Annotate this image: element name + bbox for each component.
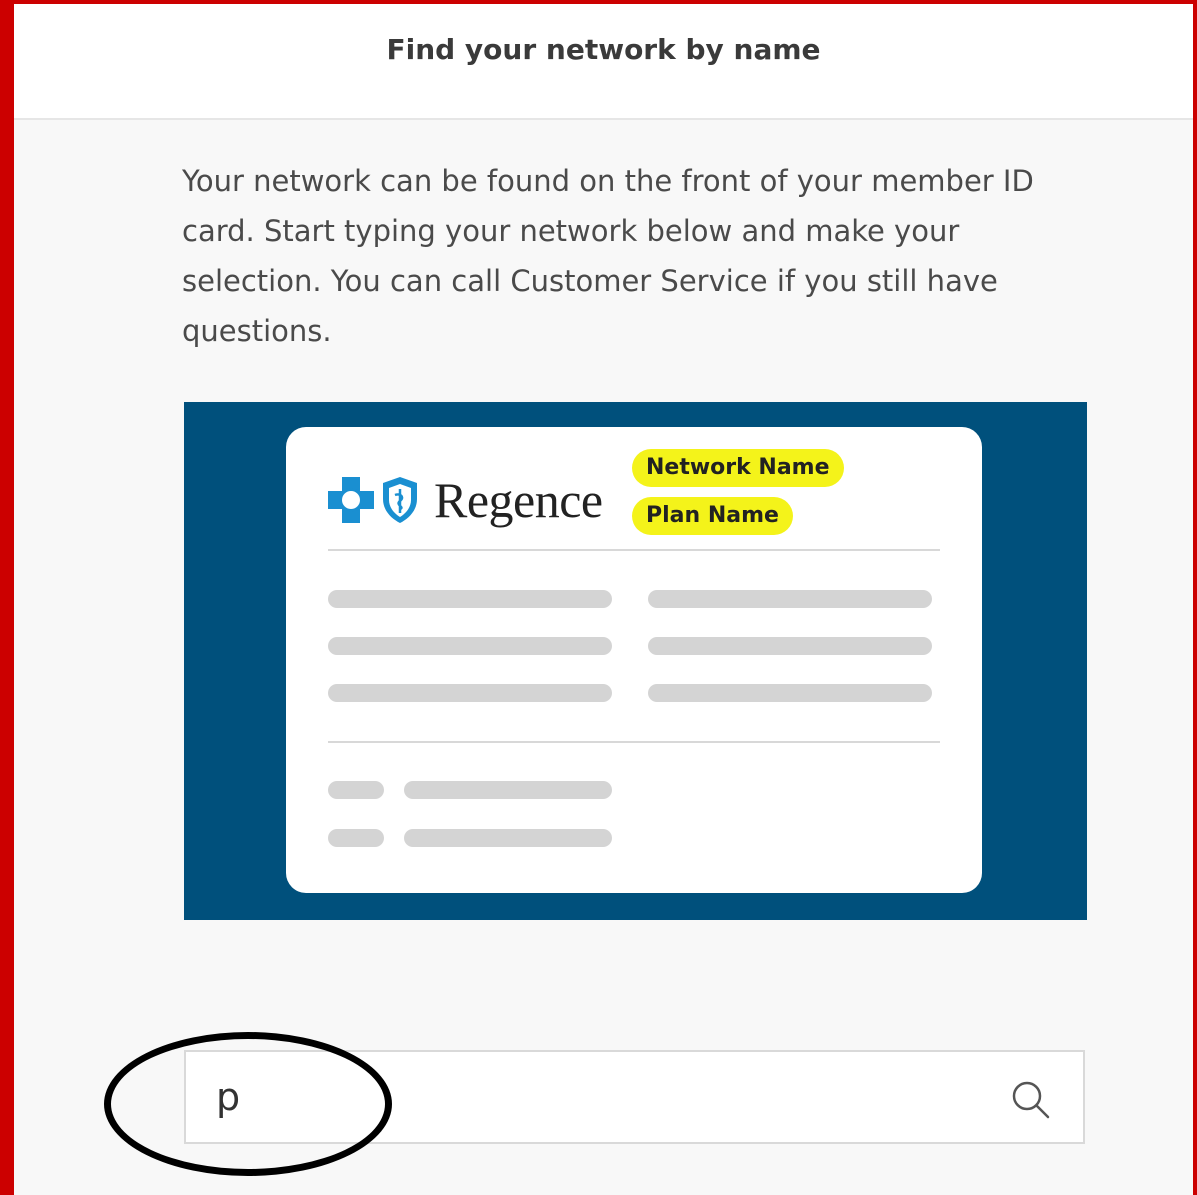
network-search-box[interactable] xyxy=(184,1050,1085,1144)
placeholder-line xyxy=(328,781,384,799)
placeholder-line xyxy=(648,590,932,608)
search-input[interactable] xyxy=(216,1066,976,1128)
blue-shield-icon xyxy=(383,477,417,523)
header-bar: Find your network by name xyxy=(14,4,1193,120)
instructions-text: Your network can be found on the front o… xyxy=(182,164,1034,348)
brand-name: Regence xyxy=(434,472,603,528)
network-name-label: Network Name xyxy=(632,449,844,487)
page-title: Find your network by name xyxy=(386,32,821,66)
placeholder-line xyxy=(648,637,932,655)
card-divider xyxy=(328,741,940,743)
blue-cross-icon xyxy=(328,477,374,523)
placeholder-line xyxy=(328,637,612,655)
placeholder-line xyxy=(328,684,612,702)
id-card: Regence Network Name Plan Name xyxy=(286,427,982,893)
network-search-panel: Find your network by name Your network c… xyxy=(14,4,1193,1195)
card-divider xyxy=(328,549,940,551)
placeholder-line xyxy=(404,781,612,799)
member-id-card-illustration: Regence Network Name Plan Name xyxy=(184,402,1087,920)
placeholder-line xyxy=(328,829,384,847)
regence-logo: Regence xyxy=(328,471,603,529)
placeholder-line xyxy=(404,829,612,847)
search-icon[interactable] xyxy=(1011,1080,1051,1120)
placeholder-line xyxy=(648,684,932,702)
placeholder-line xyxy=(328,590,612,608)
plan-name-label: Plan Name xyxy=(632,497,793,535)
